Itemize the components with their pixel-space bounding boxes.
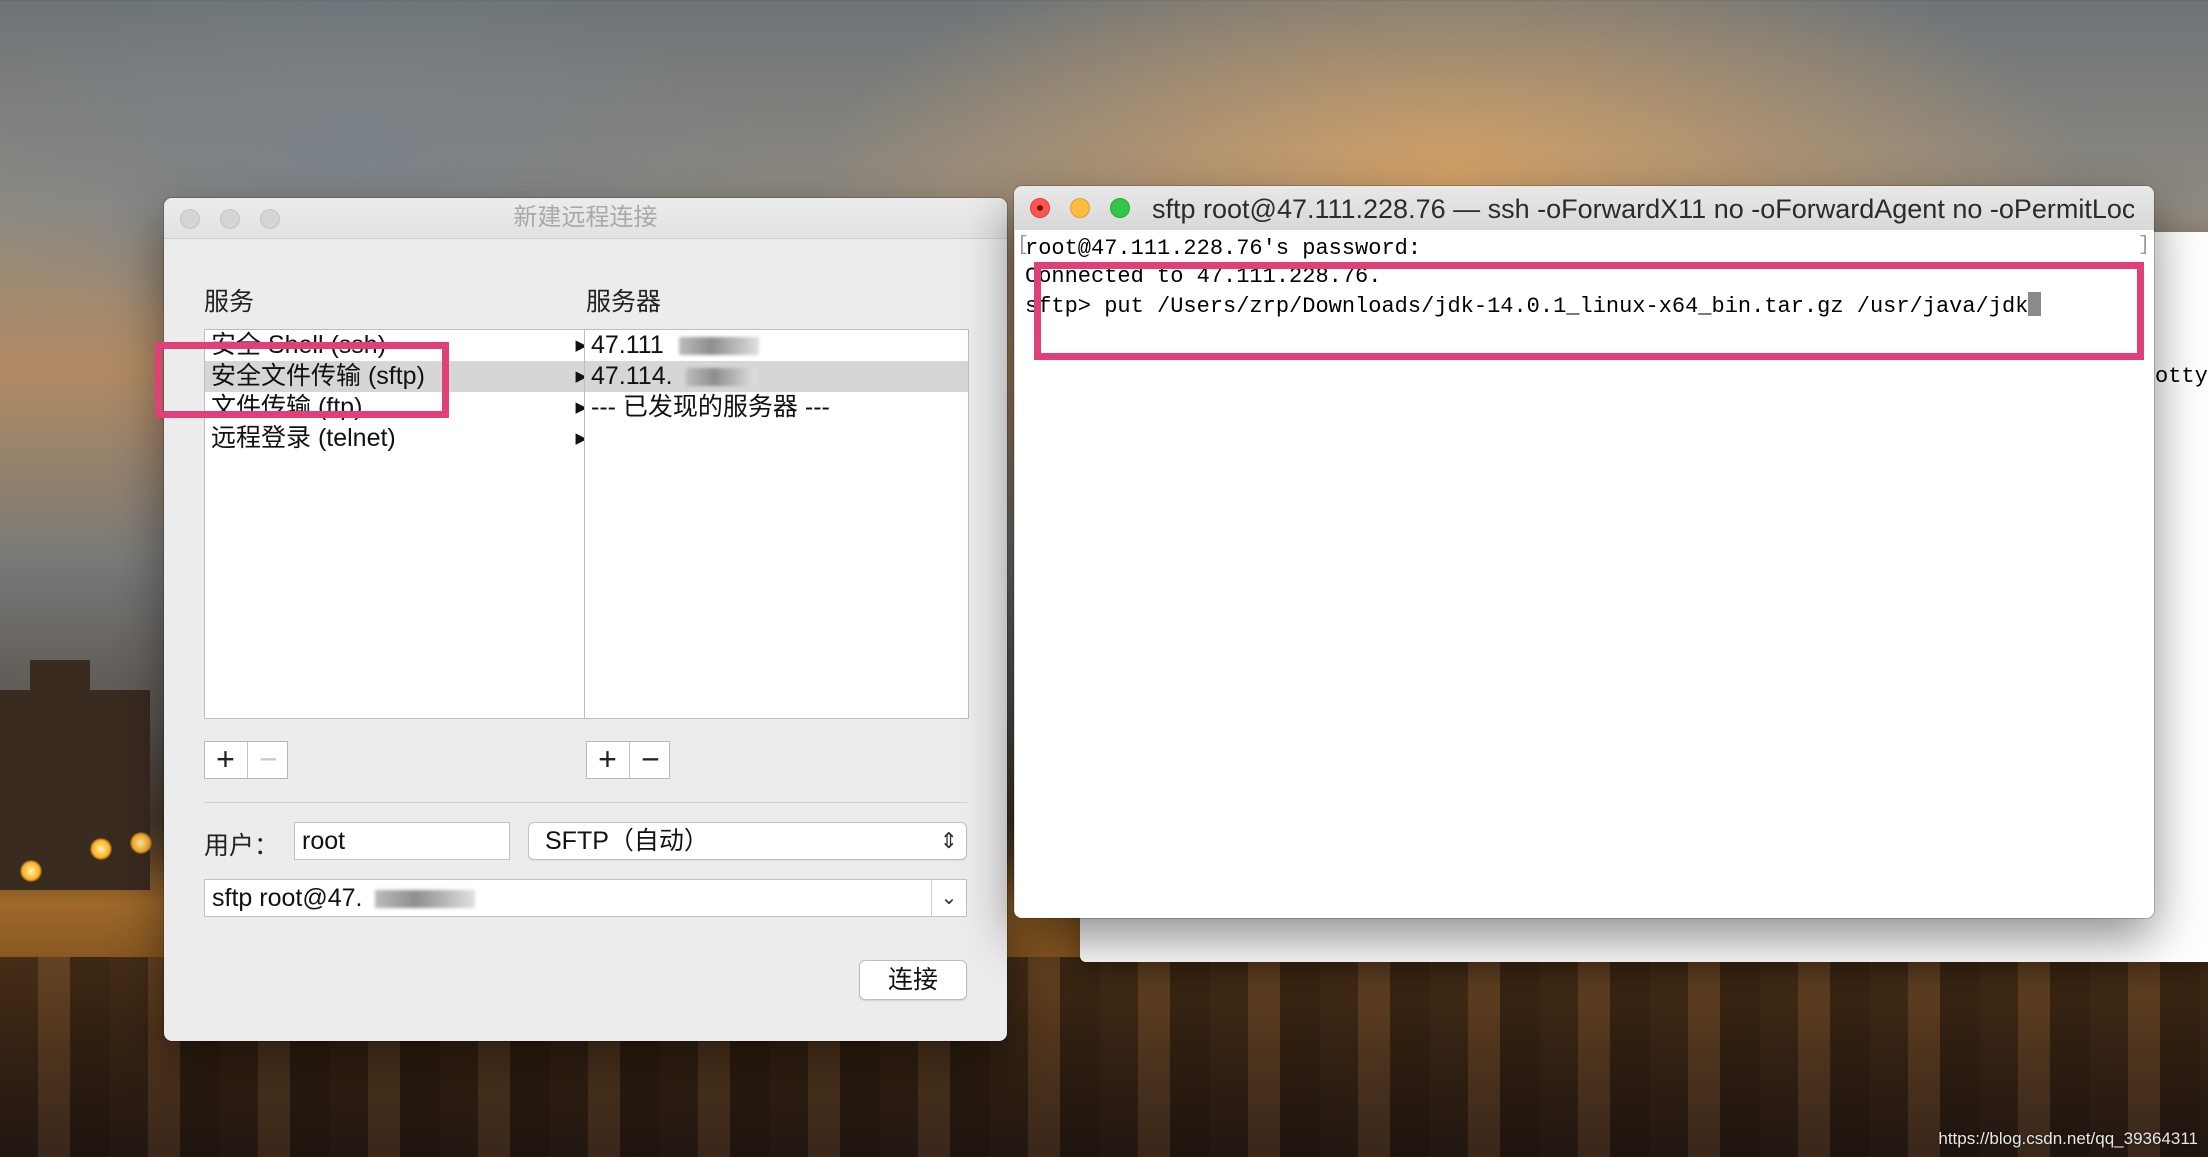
user-field[interactable]: root <box>294 822 510 860</box>
close-button[interactable] <box>1030 198 1050 218</box>
add-server-button[interactable]: + <box>587 742 628 778</box>
wallpaper-lamp <box>20 860 42 882</box>
background-terminal-text: otty <box>2155 364 2208 389</box>
redacted-ip <box>375 890 476 909</box>
zoom-button[interactable] <box>1110 198 1130 218</box>
dialog-titlebar[interactable]: 新建远程连接 <box>164 198 1007 239</box>
wallpaper-lamp <box>90 838 112 860</box>
redacted-ip <box>685 368 756 387</box>
bracket-right: ] <box>2137 234 2150 257</box>
command-combo[interactable]: sftp root@47. ⌄ <box>204 879 967 917</box>
add-service-button[interactable]: + <box>205 742 246 778</box>
service-item-telnet[interactable]: 远程登录 (telnet) ▶ <box>205 423 589 454</box>
watermark: https://blog.csdn.net/qq_39364311 <box>1938 1129 2198 1148</box>
services-add-remove: + − <box>204 741 288 779</box>
service-item-label: 安全文件传输 (sftp) <box>211 362 425 390</box>
protocol-select-value: SFTP（自动） <box>545 827 709 855</box>
remove-service-button[interactable]: − <box>247 742 289 778</box>
service-item-sftp[interactable]: 安全文件传输 (sftp) ▶ <box>205 361 589 392</box>
chevron-down-icon[interactable]: ⌄ <box>931 880 966 916</box>
wallpaper-lamp <box>130 832 152 854</box>
servers-add-remove: + − <box>586 741 670 779</box>
server-item-label: 47.111 <box>591 331 664 359</box>
redacted-ip <box>678 337 759 356</box>
user-label: 用户： <box>204 832 280 860</box>
servers-header: 服务器 <box>586 288 662 316</box>
service-item-ssh[interactable]: 安全 Shell (ssh) ▶ <box>205 330 589 361</box>
service-item-label: 远程登录 (telnet) <box>211 424 396 452</box>
server-item-discovered: --- 已发现的服务器 --- <box>585 392 968 423</box>
terminal-titlebar[interactable]: sftp root@47.111.228.76 — ssh -oForwardX… <box>1014 186 2154 231</box>
terminal-window: sftp root@47.111.228.76 — ssh -oForwardX… <box>1014 186 2154 918</box>
protocol-select[interactable]: SFTP（自动） ⇕ <box>528 822 967 860</box>
services-header: 服务 <box>204 288 255 316</box>
server-item[interactable]: 47.114. <box>585 361 968 392</box>
divider <box>204 802 967 803</box>
terminal-title: sftp root@47.111.228.76 — ssh -oForwardX… <box>1152 194 2134 224</box>
command-value: sftp root@47. <box>212 884 363 912</box>
service-item-ftp[interactable]: 文件传输 (ftp) ▶ <box>205 392 589 423</box>
remove-server-button[interactable]: − <box>629 742 671 778</box>
dialog-title: 新建远程连接 <box>513 204 658 231</box>
new-remote-connection-dialog: 新建远程连接 服务 服务器 安全 Shell (ssh) ▶ 安全文件传输 (s… <box>164 198 1007 1041</box>
server-item[interactable]: 47.111 <box>585 330 968 361</box>
service-item-label: 文件传输 (ftp) <box>211 393 363 421</box>
service-item-label: 安全 Shell (ssh) <box>211 331 387 359</box>
servers-list[interactable]: 47.111 47.114. --- 已发现的服务器 --- <box>584 329 969 719</box>
terminal-line: Connected to 47.111.228.76. <box>1025 264 1382 289</box>
terminal-command: sftp> put /Users/zrp/Downloads/jdk-14.0.… <box>1025 294 2029 319</box>
terminal-prompt-line: sftp> put /Users/zrp/Downloads/jdk-14.0.… <box>1025 292 2042 319</box>
server-item-label: 47.114. <box>591 362 673 390</box>
up-down-chevron-icon: ⇕ <box>939 828 958 853</box>
wallpaper-building <box>0 690 150 890</box>
services-list[interactable]: 安全 Shell (ssh) ▶ 安全文件传输 (sftp) ▶ 文件传输 (f… <box>204 329 590 719</box>
terminal-line: root@47.111.228.76's password: <box>1025 236 1422 261</box>
minimize-button[interactable] <box>1070 198 1090 218</box>
terminal-cursor <box>2028 292 2042 316</box>
server-item-label: --- 已发现的服务器 --- <box>591 393 830 421</box>
wallpaper-building <box>30 660 90 700</box>
terminal-content[interactable]: [ ] root@47.111.228.76's password: Conne… <box>1014 230 2154 918</box>
connect-button[interactable]: 连接 <box>859 960 967 1000</box>
